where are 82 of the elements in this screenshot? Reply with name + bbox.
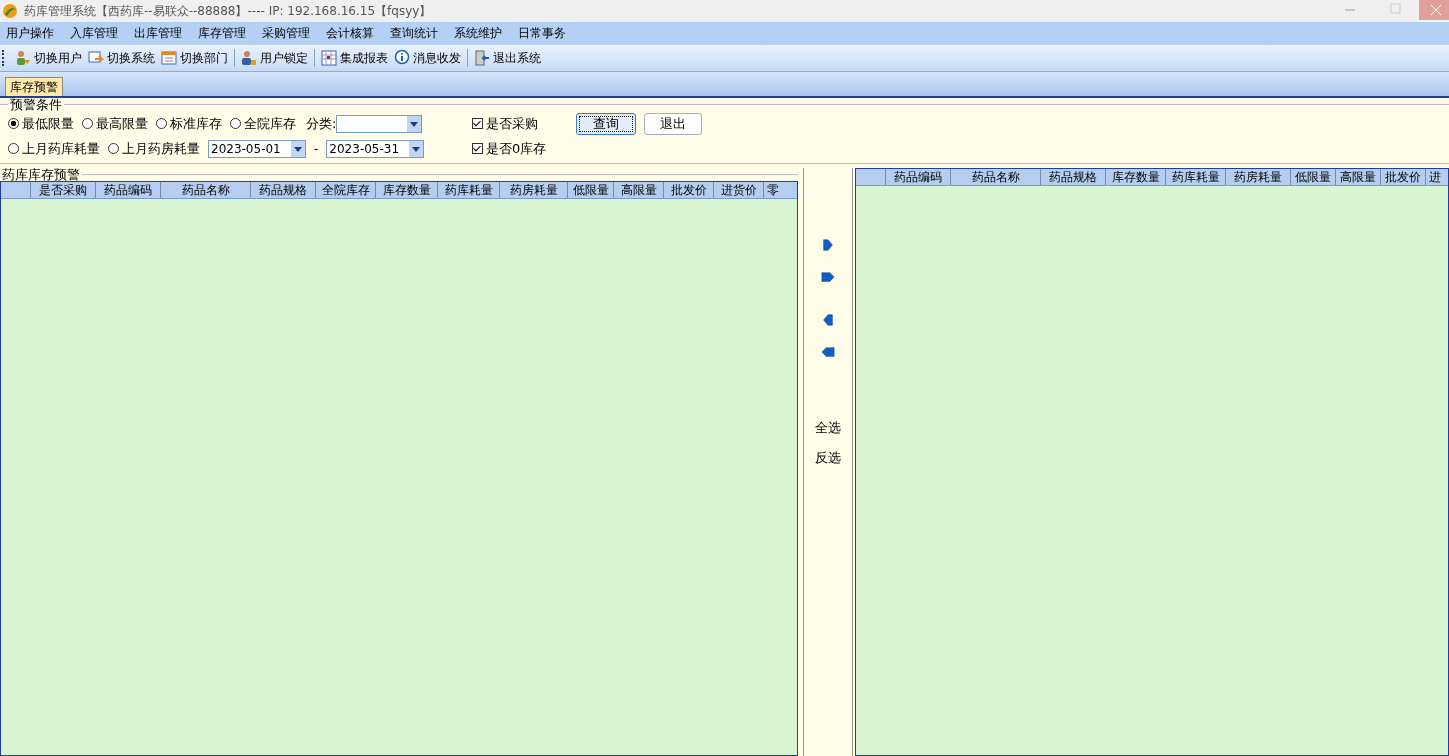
radio-label: 最低限量 <box>22 114 74 133</box>
menu-item[interactable]: 采购管理 <box>262 25 310 42</box>
toolbar-grip[interactable] <box>2 50 6 66</box>
menu-item[interactable]: 日常事务 <box>518 25 566 42</box>
invert-selection-button[interactable]: 反选 <box>815 449 841 467</box>
checkbox-label: 是否0库存 <box>486 139 547 158</box>
column-header[interactable]: 进货价 <box>714 182 764 198</box>
toolbar-button[interactable]: 用户锁定 <box>238 49 311 67</box>
double-arrow-button[interactable] <box>821 345 835 359</box>
menu-item[interactable]: 库存管理 <box>198 25 246 42</box>
column-header[interactable]: 药品规格 <box>1041 169 1106 185</box>
radio-label: 标准库存 <box>170 114 222 133</box>
column-header[interactable]: 药品名称 <box>951 169 1041 185</box>
radio-button[interactable] <box>8 118 19 129</box>
radio-button[interactable] <box>108 143 119 154</box>
date-picker[interactable]: 2023-05-31 <box>326 139 425 158</box>
column-header[interactable]: 药品编码 <box>96 182 161 198</box>
category-label: 分类: <box>306 114 337 133</box>
column-header[interactable]: 低限量 <box>1291 169 1336 185</box>
radio-label: 上月药房耗量 <box>122 139 200 158</box>
menu-item[interactable]: 用户操作 <box>6 25 54 42</box>
toolbar-button[interactable]: 退出系统 <box>471 49 544 67</box>
column-header[interactable]: 药品规格 <box>251 182 316 198</box>
column-header[interactable]: 库存数量 <box>1106 169 1166 185</box>
category-dropdown[interactable] <box>336 114 423 133</box>
tab[interactable]: 库存预警 <box>5 77 63 96</box>
app-logo-icon <box>2 3 18 19</box>
radio-button[interactable] <box>230 118 241 129</box>
arrow-button[interactable] <box>821 238 835 252</box>
panel-title: 药库库存预警 <box>1 168 81 181</box>
menu-item[interactable]: 出库管理 <box>134 25 182 42</box>
menu-item[interactable]: 查询统计 <box>390 25 438 42</box>
toolbar-button[interactable]: 消息收发 <box>391 49 464 67</box>
menu-item[interactable]: 入库管理 <box>70 25 118 42</box>
column-header[interactable]: 全院库存 <box>316 182 376 198</box>
column-header[interactable]: 高限量 <box>614 182 664 198</box>
radio-button[interactable] <box>156 118 167 129</box>
window-title: 药库管理系统【西药库--易联众--88888】---- IP: 192.168.16.15【fqsyy】 <box>24 2 433 20</box>
column-header[interactable]: 药房耗量 <box>500 182 568 198</box>
column-header[interactable]: 批发价 <box>664 182 714 198</box>
toolbar-button[interactable]: 切换系统 <box>85 49 158 67</box>
users-icon <box>15 50 31 66</box>
menu-item[interactable]: 会计核算 <box>326 25 374 42</box>
toolbar-button[interactable]: 切换用户 <box>12 49 85 67</box>
toolbar-button[interactable]: 切换部门 <box>158 49 231 67</box>
toolbar-button[interactable]: 集成报表 <box>318 49 391 67</box>
column-header[interactable]: 进 <box>1426 169 1448 185</box>
double-arrow-button[interactable] <box>821 270 835 284</box>
radio-label: 全院库存 <box>244 114 296 133</box>
column-header[interactable]: 低限量 <box>568 182 614 198</box>
user-lock-icon <box>241 50 257 66</box>
column-header[interactable]: 库存数量 <box>376 182 438 198</box>
radio-label: 最高限量 <box>96 114 148 133</box>
column-header[interactable]: 高限量 <box>1336 169 1381 185</box>
calendar-icon <box>161 50 177 66</box>
action-button[interactable]: 退出 <box>644 112 702 135</box>
radio-button[interactable] <box>8 143 19 154</box>
column-header[interactable]: 是否采购 <box>31 182 96 198</box>
radio-label: 上月药库耗量 <box>22 139 100 158</box>
column-header[interactable]: 药库耗量 <box>438 182 500 198</box>
data-grid[interactable]: 药品编码 药品名称 药品规格 库存数量 药库耗量 药房耗量 低限量 高限量 批发价 进 <box>855 168 1449 756</box>
info-icon <box>394 50 410 66</box>
checkbox-label: 是否采购 <box>486 114 538 133</box>
column-header[interactable]: 药品编码 <box>886 169 951 185</box>
checkbox[interactable] <box>472 143 483 154</box>
arrow-button[interactable] <box>821 313 835 327</box>
select-all-button[interactable]: 全选 <box>815 419 841 437</box>
data-grid[interactable]: 是否采购 药品编码 药品名称 药品规格 全院库存 库存数量 药库耗量 药房耗量 低限量 高限量 批发价 进货价 零 <box>0 181 798 756</box>
report-icon <box>321 50 337 66</box>
group-title: 预警条件 <box>9 98 63 111</box>
column-header[interactable]: 批发价 <box>1381 169 1426 185</box>
column-header[interactable]: 药品名称 <box>161 182 251 198</box>
column-header[interactable]: 零 <box>764 182 797 198</box>
checkbox[interactable] <box>472 118 483 129</box>
action-button[interactable]: 查询 <box>576 112 636 135</box>
date-separator: - <box>314 141 319 156</box>
menu-item[interactable]: 系统维护 <box>454 25 502 42</box>
exit-door-icon <box>474 50 490 66</box>
column-header[interactable]: 药房耗量 <box>1226 169 1291 185</box>
date-picker[interactable]: 2023-05-01 <box>208 139 306 158</box>
radio-button[interactable] <box>82 118 93 129</box>
column-header[interactable]: 药库耗量 <box>1166 169 1226 185</box>
